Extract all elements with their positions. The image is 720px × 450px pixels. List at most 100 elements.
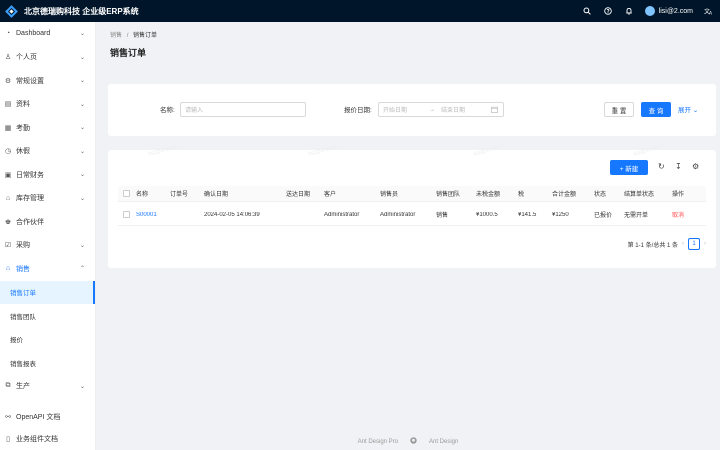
sidebar-subitem[interactable]: 报价 bbox=[0, 328, 95, 352]
row-checkbox[interactable] bbox=[123, 211, 130, 218]
expand-link[interactable]: 展开 ⌄ bbox=[678, 104, 698, 114]
sidebar-item[interactable]: ⚙ 常规设置 ⌄ bbox=[0, 69, 95, 93]
column-header[interactable]: 结算单状态 bbox=[624, 189, 672, 198]
breadcrumb: 销售 / 销售订单 bbox=[110, 30, 157, 39]
sidebar-item[interactable]: ▣ 日常财务 ⌄ bbox=[0, 163, 95, 187]
sidebar-item[interactable]: ◔ Dashboard ⌄ bbox=[0, 22, 95, 46]
top-actions: lisi@2.com 文A bbox=[582, 0, 714, 22]
sidebar-item[interactable]: ♚ 合作伙伴 bbox=[0, 210, 95, 234]
query-button[interactable]: 查 询 bbox=[641, 102, 671, 117]
date-range-picker[interactable]: 开始日期 → 结束日期 bbox=[378, 102, 504, 117]
sidebar-subitem[interactable]: 销售订单 bbox=[0, 280, 95, 304]
sidebar-item-label: 合作伙伴 bbox=[16, 218, 44, 226]
sidebar-item[interactable]: ▯ 业务组件文档 bbox=[0, 428, 96, 450]
next-page-button[interactable]: › bbox=[704, 241, 706, 247]
column-header[interactable]: 税 bbox=[518, 189, 552, 198]
user-icon: ♙ bbox=[4, 54, 12, 62]
purchase-icon: ☑ bbox=[4, 242, 12, 250]
sidebar-subitem[interactable]: 销售团队 bbox=[0, 304, 95, 328]
select-all-checkbox[interactable] bbox=[123, 190, 130, 197]
order-name-link[interactable]: S00001 bbox=[136, 212, 170, 218]
name-input[interactable]: 请输入 bbox=[180, 102, 306, 117]
top-bar: 北京德瑞购科技 企业级ERP系统 lisi@2.com 文A bbox=[0, 0, 720, 22]
column-header[interactable]: 销售员 bbox=[380, 189, 436, 198]
search-icon[interactable] bbox=[582, 6, 593, 17]
chevron-down-icon: ⌄ bbox=[79, 54, 85, 61]
start-date-input[interactable]: 开始日期 bbox=[383, 105, 423, 114]
sidebar-item-label: 个人页 bbox=[16, 54, 37, 62]
reset-button[interactable]: 重 置 bbox=[604, 102, 634, 117]
watermark: lisi@2.com bbox=[472, 144, 503, 158]
chevron-down-icon: ⌄ bbox=[79, 148, 85, 155]
chevron-down-icon: ⌄ bbox=[79, 125, 85, 132]
gear-icon[interactable]: ⚙ bbox=[692, 162, 699, 171]
name-label: 名称: bbox=[160, 107, 175, 114]
table-cell: ¥141.5 bbox=[518, 211, 537, 218]
footer-link-pro[interactable]: Ant Design Pro bbox=[358, 439, 398, 445]
watermark: lisi@2.com bbox=[147, 144, 178, 158]
search-form: 名称: 请输入 报价日期: 开始日期 → 结束日期 重 置 查 询 展开 ⌄ bbox=[108, 84, 716, 136]
link-icon: ⚯ bbox=[5, 414, 11, 421]
sidebar-item-label: OpenAPI 文档 bbox=[16, 414, 61, 421]
column-header[interactable]: 送达日期 bbox=[286, 189, 324, 198]
density-icon[interactable]: ↧ bbox=[675, 162, 682, 171]
finance-icon: ▣ bbox=[4, 171, 12, 179]
github-icon[interactable] bbox=[410, 437, 417, 446]
sidebar-item[interactable]: ▤ 资料 ⌄ bbox=[0, 93, 95, 117]
table-card: lisi@2.com lisi@2.com lisi@2.com lisi@2.… bbox=[108, 144, 716, 268]
chevron-down-icon: ⌄ bbox=[692, 107, 699, 114]
breadcrumb-root[interactable]: 销售 bbox=[110, 33, 122, 39]
sidebar-item[interactable]: ▦ 考勤 ⌄ bbox=[0, 116, 95, 140]
chevron-down-icon: ⌄ bbox=[79, 31, 85, 38]
sidebar-item[interactable]: ⌂ 销售 ⌃ bbox=[0, 257, 95, 281]
cancel-action-link[interactable]: 取消 bbox=[672, 210, 698, 219]
setting-icon: ⚙ bbox=[4, 77, 12, 85]
column-header[interactable]: 状态 bbox=[594, 189, 624, 198]
sidebar-item[interactable]: ⚯ OpenAPI 文档 bbox=[0, 406, 96, 428]
reload-icon[interactable]: ↻ bbox=[658, 162, 665, 171]
column-header[interactable]: 合计金额 bbox=[552, 189, 594, 198]
page-number[interactable]: 1 bbox=[688, 238, 700, 250]
end-date-input[interactable]: 结束日期 bbox=[441, 105, 481, 114]
sidebar-item[interactable]: ⧉ 生产 ⌄ bbox=[0, 375, 95, 399]
chevron-down-icon: ⌄ bbox=[79, 78, 85, 85]
chevron-down-icon: ⌄ bbox=[79, 101, 85, 108]
table-cell: ¥1000.5 bbox=[476, 211, 498, 218]
translate-icon[interactable]: 文A bbox=[703, 6, 714, 17]
sidebar-item-label: 采购 bbox=[16, 242, 30, 250]
sidebar: ◔ Dashboard ⌄ ♙ 个人页 ⌄ ⚙ 常规设置 ⌄ ▤ 资料 ⌄ ▦ 考勤 ⌄ ◷ 休假 ⌄ ▣ 日常财务 ⌄… bbox=[0, 22, 96, 450]
app-title[interactable]: 北京德瑞购科技 企业级ERP系统 bbox=[24, 6, 139, 17]
watermark: lisi@2.com bbox=[307, 144, 338, 158]
logo-icon[interactable] bbox=[5, 4, 18, 18]
sidebar-item[interactable]: ⌂ 库存管理 ⌄ bbox=[0, 187, 95, 211]
pagination: 第 1-1 条/总共 1 条 ‹ 1 › bbox=[628, 238, 706, 250]
breadcrumb-current: 销售订单 bbox=[133, 33, 158, 39]
sidebar-item[interactable]: ♙ 个人页 ⌄ bbox=[0, 46, 95, 70]
new-button[interactable]: + 新建 bbox=[610, 160, 648, 175]
question-icon[interactable] bbox=[603, 6, 614, 17]
column-header[interactable]: 订单号 bbox=[170, 189, 204, 198]
sidebar-subitem[interactable]: 销售报表 bbox=[0, 351, 95, 375]
dashboard-icon: ◔ bbox=[5, 30, 11, 38]
column-header[interactable]: 未税金额 bbox=[476, 189, 518, 198]
date-label: 报价日期: bbox=[344, 107, 372, 114]
user-menu[interactable]: lisi@2.com bbox=[644, 6, 693, 16]
expand-label: 展开 bbox=[678, 107, 691, 114]
column-header[interactable]: 销售团队 bbox=[436, 189, 476, 198]
column-header[interactable]: 名称 bbox=[136, 189, 170, 198]
column-header[interactable]: 确认日期 bbox=[204, 189, 286, 198]
prev-page-button[interactable]: ‹ bbox=[682, 241, 684, 247]
table-row: S00001 2024-02-05 14:06:39 Administrator Ad… bbox=[118, 204, 706, 226]
column-header[interactable]: 操作 bbox=[672, 189, 698, 198]
warehouse-icon: ⌂ bbox=[5, 194, 11, 202]
chevron-down-icon: ⌄ bbox=[79, 172, 85, 179]
file-icon: ▯ bbox=[6, 436, 10, 443]
chevron-down-icon: ⌄ bbox=[79, 195, 85, 202]
sidebar-item[interactable]: ◷ 休假 ⌄ bbox=[0, 140, 95, 164]
column-header[interactable]: 客户 bbox=[324, 189, 380, 198]
table-header: 名称 订单号 确认日期 送达日期 客户 销售员 销售团队 未税金额税合计金额 状态 结算单状态 操作 bbox=[118, 186, 706, 202]
sidebar-item[interactable]: ☑ 采购 ⌄ bbox=[0, 234, 95, 258]
svg-text:A: A bbox=[709, 11, 713, 16]
footer-link-antd[interactable]: Ant Design bbox=[429, 439, 458, 445]
bell-icon[interactable] bbox=[624, 6, 635, 17]
